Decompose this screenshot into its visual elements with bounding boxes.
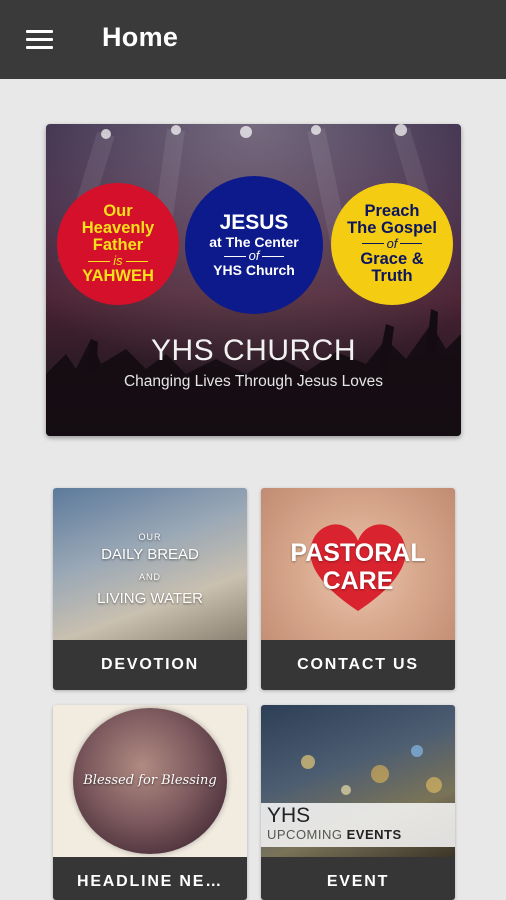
badge-text: of xyxy=(362,237,423,251)
badge-jesus-center: JESUS at The Center of YHS Church xyxy=(185,176,323,314)
church-name: YHS CHURCH xyxy=(150,334,356,367)
badge-preach-gospel: Preach The Gospel of Grace & Truth xyxy=(331,183,453,305)
image-caption: YHS xyxy=(267,804,311,827)
image-caption: DAILY BREAD xyxy=(101,546,199,563)
badge-text: Our xyxy=(103,201,133,220)
tile-headline-news[interactable]: Blessed for Blessing HEADLINE NE… xyxy=(53,705,247,900)
tile-label: HEADLINE NE… xyxy=(53,857,247,900)
image-caption: UPCOMING EVENTS xyxy=(267,827,402,842)
tile-label: DEVOTION xyxy=(53,640,247,690)
badge-text: at The Center xyxy=(209,233,299,250)
hero-banner[interactable]: Our Heavenly Father is YAHWEH JESUS at T… xyxy=(46,124,461,436)
badge-text: JESUS xyxy=(219,211,289,235)
badge-text: Father xyxy=(92,236,144,255)
badge-text: Grace & xyxy=(360,249,424,268)
tile-devotion[interactable]: OUR DAILY BREAD AND LIVING WATER DEVOTIO… xyxy=(53,488,247,690)
image-caption: Blessed for Blessing xyxy=(83,773,217,788)
church-tagline: Changing Lives Through Jesus Loves xyxy=(123,373,384,390)
hamburger-menu-icon[interactable] xyxy=(26,30,53,50)
image-caption: LIVING WATER xyxy=(97,590,203,607)
devotion-image: OUR DAILY BREAD AND LIVING WATER xyxy=(53,488,247,640)
badge-text: The Gospel xyxy=(347,218,437,237)
badge-text: Heavenly xyxy=(81,218,155,237)
image-caption: AND xyxy=(138,572,161,582)
event-caption-box: YHS UPCOMING EVENTS xyxy=(261,803,455,847)
event-image: YHS UPCOMING EVENTS xyxy=(261,705,455,857)
page-title: Home xyxy=(102,22,179,52)
badge-text: Preach xyxy=(364,201,420,220)
badge-text: YAHWEH xyxy=(82,267,154,286)
app-bar: Home xyxy=(0,0,506,79)
badge-text: YHS Church xyxy=(213,261,295,278)
tile-contact-us[interactable]: PASTORAL CARE CONTACT US xyxy=(261,488,455,690)
badge-text: of xyxy=(224,249,285,263)
badge-heavenly-father: Our Heavenly Father is YAHWEH xyxy=(57,183,179,305)
image-caption: CARE xyxy=(322,567,394,595)
badge-text: Truth xyxy=(371,267,413,286)
tile-label: EVENT xyxy=(261,857,455,900)
pastoral-care-image: PASTORAL CARE xyxy=(261,488,455,640)
headline-image: Blessed for Blessing xyxy=(53,705,247,857)
tile-event[interactable]: YHS UPCOMING EVENTS EVENT xyxy=(261,705,455,900)
tile-label: CONTACT US xyxy=(261,640,455,690)
badge-text: is xyxy=(88,254,147,268)
image-caption: PASTORAL xyxy=(290,539,426,567)
image-caption: OUR xyxy=(138,532,162,542)
